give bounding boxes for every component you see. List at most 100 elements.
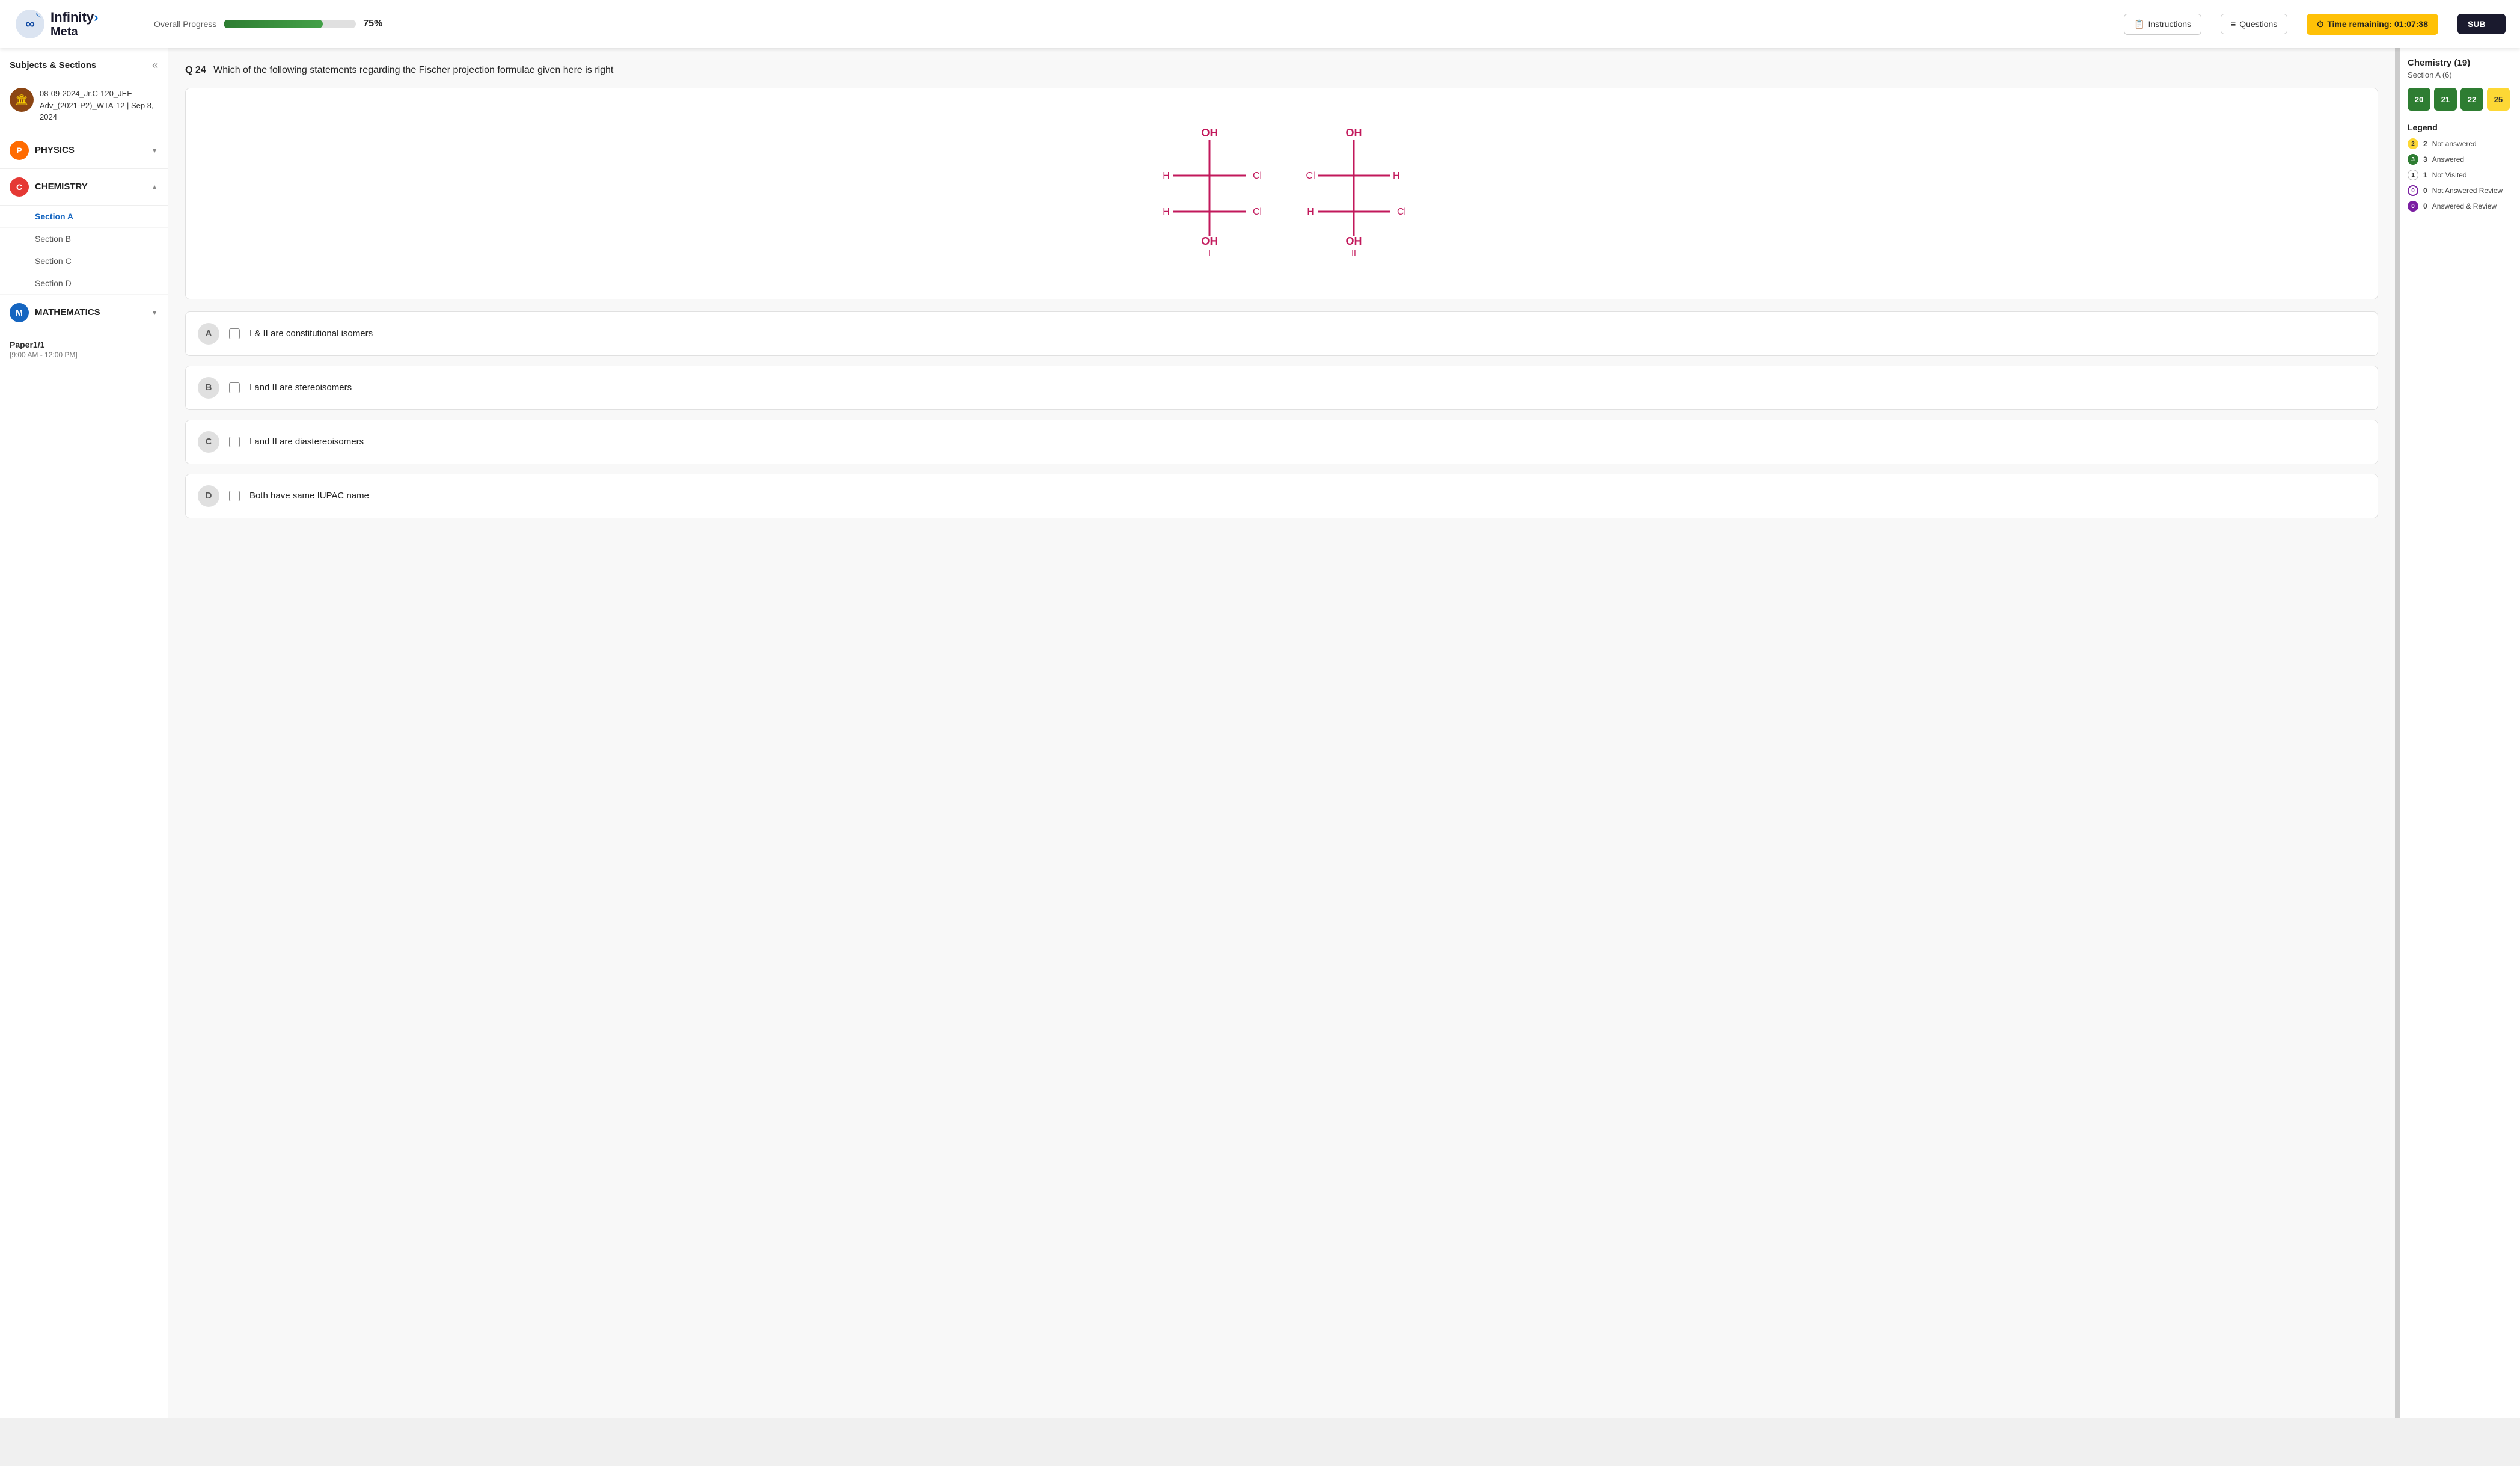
instructions-label: Instructions [2148, 19, 2191, 29]
sidebar-title: Subjects & Sections [10, 60, 96, 70]
legend-not-visited: 1 1 Not Visited [2408, 170, 2513, 180]
fischer-diagram: OH H Cl H [185, 88, 2378, 299]
option-c-text: I and II are diastereoisomers [249, 437, 364, 447]
legend-dot-purple-filled: 0 [2408, 201, 2418, 212]
legend-not-answered-label: Not answered [2432, 140, 2477, 148]
svg-text:OH: OH [1346, 127, 1362, 139]
progress-bar [224, 20, 356, 28]
paper-info: Paper1/1 [9:00 AM - 12:00 PM] [0, 331, 168, 367]
questions-button[interactable]: ≡ Questions [2221, 14, 2287, 34]
exam-card: 🏛 08-09-2024_Jr.C-120_JEE Adv_(2021-P2)_… [0, 79, 168, 132]
legend-dot-white: 1 [2408, 170, 2418, 180]
sidebar-item-chemistry[interactable]: C CHEMISTRY ▲ [0, 169, 168, 206]
sidebar: Subjects & Sections « 🏛 08-09-2024_Jr.C-… [0, 48, 168, 1418]
section-b-item[interactable]: Section B [0, 228, 168, 250]
fischer-structure-1: OH H Cl H [1155, 124, 1264, 257]
legend-answered-review: 0 0 Answered & Review [2408, 201, 2513, 212]
instructions-button[interactable]: 📋 Instructions [2124, 14, 2201, 35]
sidebar-collapse-button[interactable]: « [152, 59, 158, 72]
legend-not-answered-review-label: Not Answered Review [2432, 186, 2503, 195]
q-btn-20[interactable]: 20 [2408, 88, 2430, 111]
progress-label: Overall Progress [154, 19, 216, 29]
right-panel-subtitle: Section A (6) [2408, 70, 2513, 79]
section-c-item[interactable]: Section C [0, 250, 168, 272]
section-a-item[interactable]: Section A [0, 206, 168, 228]
legend-answered-review-count: 0 [2423, 202, 2427, 210]
svg-text:Cl: Cl [1253, 171, 1262, 181]
option-a-checkbox[interactable] [229, 328, 240, 339]
questions-icon: ≡ [2231, 19, 2236, 29]
time-remaining: Time remaining: 01:07:38 [2327, 19, 2428, 29]
svg-text:OH: OH [1202, 127, 1218, 139]
instructions-icon: 📋 [2134, 19, 2144, 29]
sidebar-item-physics[interactable]: P PHYSICS ▼ [0, 132, 168, 169]
legend-dot-purple-outline: 0 [2408, 185, 2418, 196]
logo-icon: ∞ [14, 8, 46, 40]
main-layout: Subjects & Sections « 🏛 08-09-2024_Jr.C-… [0, 48, 2520, 1418]
svg-text:H: H [1163, 207, 1170, 217]
fischer-structure-2: OH Cl H H [1300, 124, 1408, 257]
section-d-item[interactable]: Section D [0, 272, 168, 295]
physics-arrow: ▼ [151, 146, 158, 155]
option-d-checkbox[interactable] [229, 491, 240, 501]
question-header: Q 24 Which of the following statements r… [185, 63, 2378, 78]
svg-text:H: H [1393, 171, 1400, 181]
chemistry-arrow: ▲ [151, 183, 158, 191]
legend-not-answered-review: 0 0 Not Answered Review [2408, 185, 2513, 196]
submit-button[interactable]: SUB [2457, 14, 2506, 34]
option-b-text: I and II are stereoisomers [249, 382, 352, 393]
q-btn-22[interactable]: 22 [2460, 88, 2483, 111]
legend-not-answered: 2 2 Not answered [2408, 138, 2513, 149]
timer-icon: ⏱ [2317, 19, 2323, 29]
option-b-circle: B [198, 377, 219, 399]
math-label: MATHEMATICS [35, 307, 145, 317]
legend-answered-count: 3 [2423, 155, 2427, 164]
logo-text: Infinity› Meta [50, 10, 98, 39]
svg-text:Cl: Cl [1397, 207, 1406, 217]
option-b[interactable]: B I and II are stereoisomers [185, 366, 2378, 410]
options-list: A I & II are constitutional isomers B I … [185, 311, 2378, 518]
option-a[interactable]: A I & II are constitutional isomers [185, 311, 2378, 356]
right-panel: Chemistry (19) Section A (6) 20 21 22 25… [2400, 48, 2520, 1418]
chemistry-sections: Section A Section B Section C Section D [0, 206, 168, 295]
legend-dot-green: 3 [2408, 154, 2418, 165]
option-c[interactable]: C I and II are diastereoisomers [185, 420, 2378, 464]
submit-label: SUB [2468, 19, 2486, 29]
option-a-text: I & II are constitutional isomers [249, 328, 373, 339]
math-arrow: ▼ [151, 308, 158, 317]
option-d-text: Both have same IUPAC name [249, 491, 369, 501]
chemistry-label: CHEMISTRY [35, 182, 145, 192]
option-b-checkbox[interactable] [229, 382, 240, 393]
option-c-circle: C [198, 431, 219, 453]
physics-icon: P [10, 141, 29, 160]
svg-text:H: H [1307, 207, 1314, 217]
option-c-checkbox[interactable] [229, 437, 240, 447]
question-number: Q 24 [185, 65, 206, 75]
option-d[interactable]: D Both have same IUPAC name [185, 474, 2378, 518]
q-btn-21[interactable]: 21 [2434, 88, 2457, 111]
legend-answered-review-label: Answered & Review [2432, 202, 2497, 210]
legend-title: Legend [2408, 123, 2513, 132]
timer-button[interactable]: ⏱ Time remaining: 01:07:38 [2307, 14, 2438, 35]
legend-not-answered-count: 2 [2423, 140, 2427, 148]
svg-text:Cl: Cl [1306, 171, 1315, 181]
svg-text:Cl: Cl [1253, 207, 1262, 217]
legend-not-answered-review-count: 0 [2423, 186, 2427, 195]
legend-not-visited-count: 1 [2423, 171, 2427, 179]
option-a-circle: A [198, 323, 219, 345]
right-panel-title: Chemistry (19) [2408, 58, 2513, 68]
q-btn-25[interactable]: 25 [2487, 88, 2510, 111]
sidebar-header: Subjects & Sections « [0, 48, 168, 79]
legend-answered-label: Answered [2432, 155, 2464, 164]
top-header: ∞ Infinity› Meta Overall Progress 75% 📋 … [0, 0, 2520, 48]
svg-text:OH: OH [1346, 235, 1362, 247]
progress-area: Overall Progress 75% [154, 19, 2105, 29]
exam-name: 08-09-2024_Jr.C-120_JEE Adv_(2021-P2)_WT… [40, 88, 158, 123]
progress-percent: 75% [363, 19, 382, 29]
sidebar-item-mathematics[interactable]: M MATHEMATICS ▼ [0, 295, 168, 331]
questions-label: Questions [2239, 19, 2277, 29]
divider-bar [2395, 48, 2400, 1418]
chemistry-icon: C [10, 177, 29, 197]
question-text: Which of the following statements regard… [213, 65, 613, 75]
math-icon: M [10, 303, 29, 322]
